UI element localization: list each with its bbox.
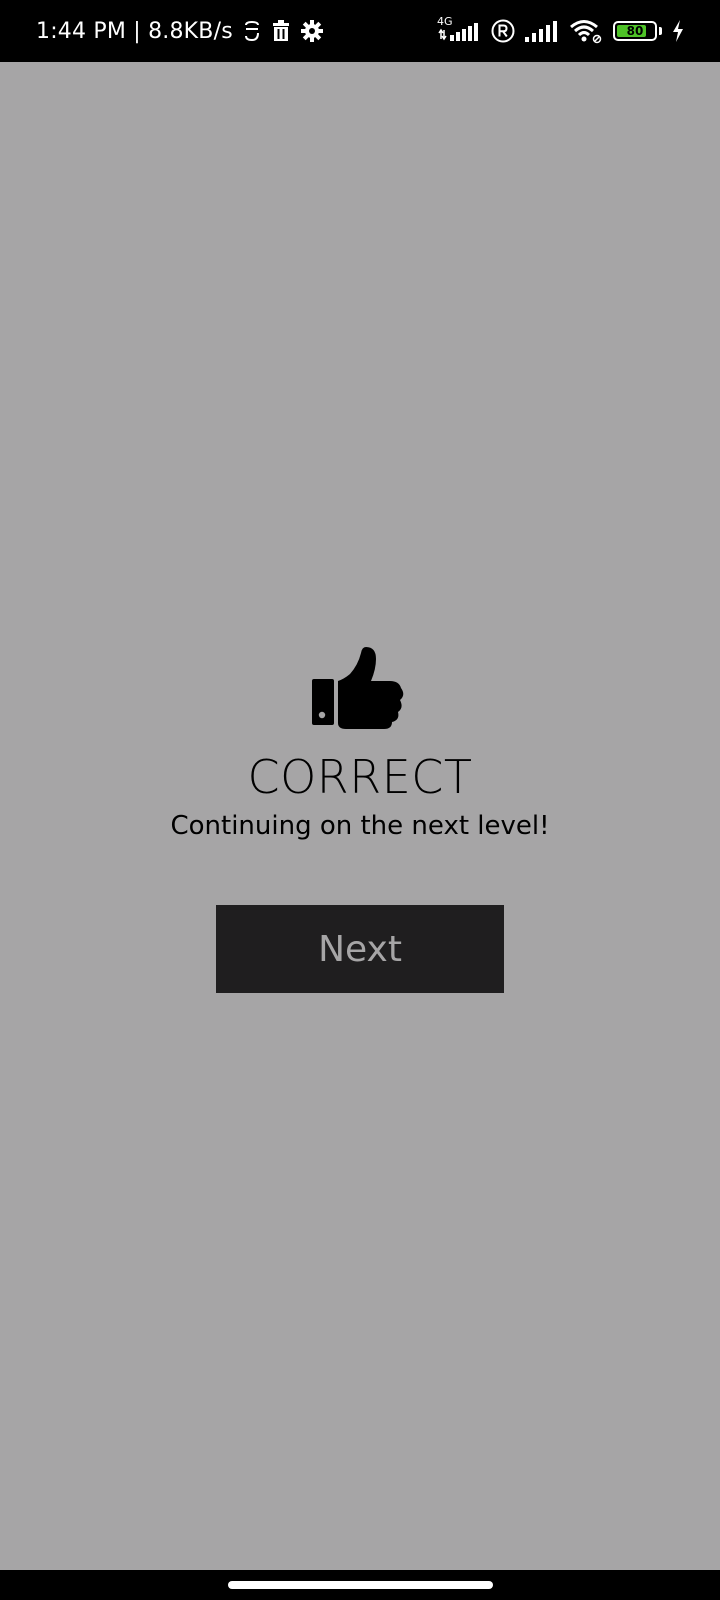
status-separator: | [133,18,141,44]
charging-icon [672,20,684,42]
network-speed: 8.8KB/s [148,18,233,44]
next-button[interactable]: Next [216,905,504,993]
result-title: CORRECT [247,750,473,804]
battery-level: 80 [626,24,644,38]
result-subtitle: Continuing on the next level! [170,811,550,841]
thumbs-up-icon [310,645,406,735]
battery-tip [659,27,662,35]
network-type-label: 4G [437,15,453,28]
roaming-icon [491,19,515,43]
status-left: 1:44 PM | 8.8KB/s [36,0,323,62]
status-time: 1:44 PM | 8.8KB/s [36,19,233,44]
sync-icon [243,20,261,42]
navigation-bar [0,1570,720,1600]
status-bar: 1:44 PM | 8.8KB/s 4G 80 [0,0,720,62]
battery-icon: 80 [613,21,657,41]
wifi-icon [569,18,603,44]
mobile-signal-icon [525,20,559,42]
gear-icon [300,20,323,42]
status-right: 4G 80 [437,0,684,62]
mobile-signal-4g-icon: 4G [437,15,481,45]
battery-body: 80 [613,21,657,41]
trash-icon [271,20,291,42]
clock: 1:44 PM [36,18,127,44]
home-indicator[interactable] [228,1581,493,1589]
